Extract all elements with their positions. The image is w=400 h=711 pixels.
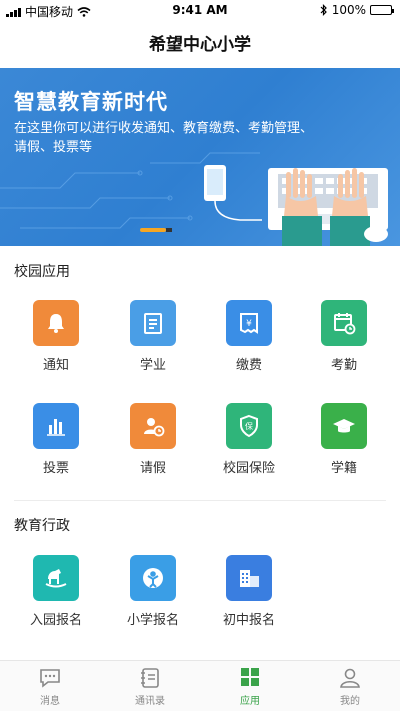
app-label: 入园报名 <box>29 613 82 628</box>
battery-percent: 100% <box>331 3 366 17</box>
tab-label: 应用 <box>240 696 260 707</box>
tab-messages[interactable]: 消息 <box>0 661 100 711</box>
shield-icon: 保 <box>226 403 272 449</box>
app-label: 请假 <box>139 461 166 476</box>
banner-title: 智慧教育新时代 <box>14 90 168 114</box>
app-academics[interactable]: 学业 <box>113 300 193 373</box>
app-label: 缴费 <box>235 358 262 373</box>
section-divider <box>14 500 386 501</box>
contacts-book-icon <box>141 668 159 688</box>
app-student-status[interactable]: 学籍 <box>304 403 384 476</box>
app-label: 考勤 <box>330 358 357 373</box>
app-insurance[interactable]: 保 校园保险 <box>209 403 289 476</box>
bell-icon <box>33 300 79 346</box>
page-title: 希望中心小学 <box>149 35 251 55</box>
tab-apps[interactable]: 应用 <box>200 661 300 711</box>
app-attendance[interactable]: 考勤 <box>304 300 384 373</box>
tab-label: 消息 <box>40 696 60 707</box>
app-label: 投票 <box>42 461 69 476</box>
document-icon <box>130 300 176 346</box>
bluetooth-icon <box>320 4 327 16</box>
rocking-horse-icon <box>33 555 79 601</box>
app-leave[interactable]: 请假 <box>113 403 193 476</box>
app-label: 学业 <box>139 358 166 373</box>
person-clock-icon <box>130 403 176 449</box>
receipt-icon: ¥ <box>226 300 272 346</box>
tab-label: 通讯录 <box>135 696 165 707</box>
chat-bubble-icon <box>40 669 60 688</box>
app-label: 小学报名 <box>126 613 179 628</box>
app-label: 初中报名 <box>222 613 275 628</box>
svg-text:¥: ¥ <box>246 319 252 329</box>
app-label: 通知 <box>42 358 69 373</box>
building-icon <box>226 555 272 601</box>
bar-chart-icon <box>33 403 79 449</box>
graduation-cap-icon <box>321 403 367 449</box>
tab-contacts[interactable]: 通讯录 <box>100 661 200 711</box>
section-title-admin: 教育行政 <box>14 518 70 534</box>
app-notice[interactable]: 通知 <box>16 300 96 373</box>
app-middle-enroll[interactable]: 初中报名 <box>209 555 289 628</box>
tab-label: 我的 <box>340 696 360 707</box>
app-payment[interactable]: ¥ 缴费 <box>209 300 289 373</box>
section-title-campus: 校园应用 <box>14 264 70 280</box>
app-kindergarten-enroll[interactable]: 入园报名 <box>16 555 96 628</box>
status-bar: 中国移动 9:41 AM 100% <box>0 0 400 20</box>
child-icon <box>130 555 176 601</box>
app-vote[interactable]: 投票 <box>16 403 96 476</box>
person-icon <box>340 668 360 688</box>
banner-subtitle: 在这里你可以进行收发通知、教育缴费、考勤管理、请假、投票等 <box>14 121 314 155</box>
status-right: 100% <box>320 3 394 17</box>
svg-text:保: 保 <box>245 421 253 431</box>
app-label: 学籍 <box>330 461 357 476</box>
app-primary-enroll[interactable]: 小学报名 <box>113 555 193 628</box>
app-label: 校园保险 <box>222 461 275 476</box>
tab-profile[interactable]: 我的 <box>300 661 400 711</box>
tab-bar: 消息 通讯录 应用 我的 <box>0 660 400 711</box>
promo-banner[interactable]: 智慧教育新时代 在这里你可以进行收发通知、教育缴费、考勤管理、请假、投票等 <box>0 68 400 246</box>
calendar-clock-icon <box>321 300 367 346</box>
battery-icon <box>370 5 394 15</box>
apps-grid-icon <box>241 668 259 686</box>
